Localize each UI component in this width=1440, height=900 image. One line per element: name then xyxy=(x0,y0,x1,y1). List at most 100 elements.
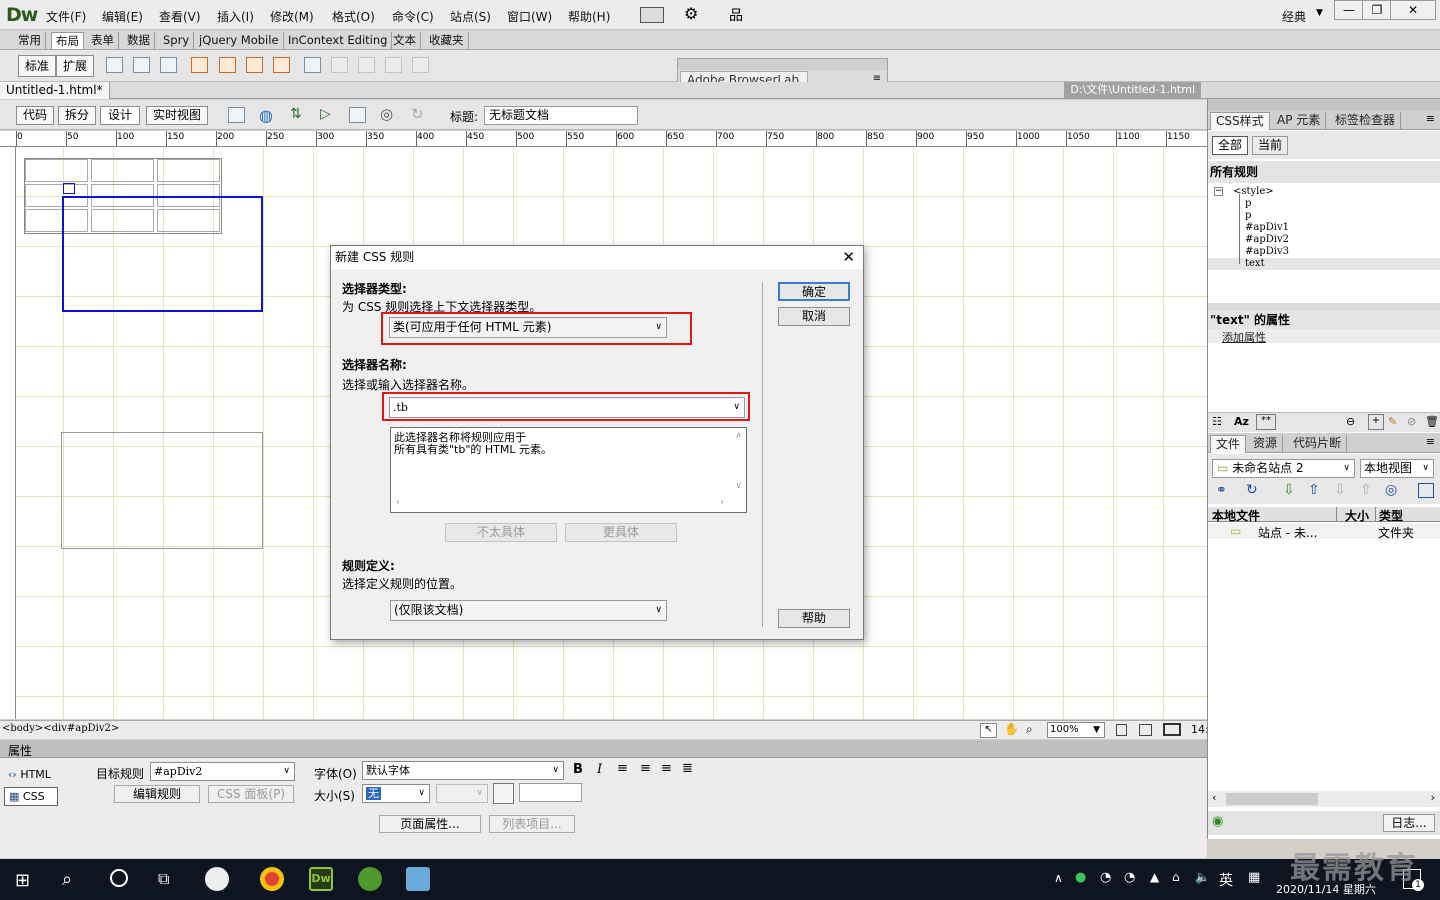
workspace-switcher[interactable]: 经典 xyxy=(1282,8,1306,25)
zoom-tool-icon[interactable]: ⌕ xyxy=(1026,722,1033,737)
col-type[interactable]: 类型 xyxy=(1379,507,1403,524)
log-button[interactable]: 日志... xyxy=(1383,814,1435,832)
category-view-icon[interactable]: ☷ xyxy=(1212,415,1222,428)
menu-modify[interactable]: 修改(M) xyxy=(270,8,314,25)
color-picker[interactable] xyxy=(493,783,514,804)
expanded-mode-button[interactable]: 扩展 xyxy=(56,55,94,77)
menu-help[interactable]: 帮助(H) xyxy=(568,8,610,25)
qq-icon[interactable]: ◔ xyxy=(1100,870,1111,885)
menu-format[interactable]: 格式(O) xyxy=(332,8,375,25)
rule-definition-select[interactable]: (仅限该文档) ∨ xyxy=(390,600,667,621)
file-row[interactable]: ▭ 站点 - 未... 文件夹 xyxy=(1208,523,1440,540)
fluid-grid-icon[interactable] xyxy=(191,57,208,73)
task-view-icon[interactable]: ⧉ xyxy=(158,869,169,889)
check-in-icon[interactable]: ⇧ xyxy=(1360,482,1372,498)
help-button[interactable]: 帮助 xyxy=(778,609,850,628)
rule-apdiv3[interactable]: #apDiv3 xyxy=(1245,246,1289,257)
attach-stylesheet-icon[interactable]: ⊖ xyxy=(1346,415,1355,428)
table-cell[interactable] xyxy=(91,159,154,182)
document-tab[interactable]: Untitled-1.html* xyxy=(0,82,110,99)
tag-selector[interactable]: <body><div#apDiv2> xyxy=(2,723,119,734)
minimize-button[interactable]: — xyxy=(1334,0,1364,20)
scroll-left-icon[interactable]: ‹ xyxy=(1212,791,1216,804)
multiscreen-icon[interactable] xyxy=(228,107,245,123)
trash-icon[interactable]: 🗑 xyxy=(1425,415,1439,428)
tab-incontext-editing[interactable]: InContext Editing xyxy=(284,32,393,49)
italic-icon[interactable]: I xyxy=(597,762,602,777)
align-left-icon[interactable]: ≡ xyxy=(617,761,628,776)
tab-assets[interactable]: 资源 xyxy=(1248,435,1284,453)
ap-div2-selected[interactable] xyxy=(62,196,263,312)
bold-icon[interactable]: B xyxy=(573,762,583,777)
tab-ap-elements[interactable]: AP 元素 xyxy=(1272,112,1327,130)
table-icon[interactable] xyxy=(106,57,123,73)
scroll-right-icon[interactable]: › xyxy=(1431,791,1435,804)
scroll-thumb[interactable] xyxy=(1226,793,1318,805)
qq-icon-2[interactable]: ◔ xyxy=(1124,870,1135,885)
scroll-right-icon[interactable]: › xyxy=(720,497,724,509)
gear-icon[interactable]: ⚙ xyxy=(684,4,698,23)
notification-bell-icon[interactable]: ▲ xyxy=(1150,870,1159,884)
debug-icon[interactable]: ▷ xyxy=(320,106,331,122)
image-app-icon[interactable] xyxy=(406,867,430,891)
wechat-icon[interactable]: ● xyxy=(1075,870,1086,885)
menu-view[interactable]: 查看(V) xyxy=(159,8,201,25)
tab-jquery-mobile[interactable]: jQuery Mobile xyxy=(195,32,284,49)
globe-icon[interactable]: ◍ xyxy=(259,106,273,125)
spry-accordion-icon[interactable] xyxy=(273,57,290,73)
live-view-button[interactable]: 实时视图 xyxy=(146,106,208,125)
ap-div-handle[interactable] xyxy=(63,183,75,194)
tab-favorites[interactable]: 收藏夹 xyxy=(425,32,469,49)
zoom-select[interactable]: 100% ▼ xyxy=(1047,722,1105,738)
page-properties-button[interactable]: 页面属性... xyxy=(379,815,481,833)
menu-edit[interactable]: 编辑(E) xyxy=(102,8,143,25)
chrome-icon[interactable] xyxy=(260,867,284,891)
ok-button[interactable]: 确定 xyxy=(778,282,850,301)
menu-file[interactable]: 文件(F) xyxy=(46,8,86,25)
ime-grid-icon[interactable]: ▦ xyxy=(1248,870,1260,885)
tab-forms[interactable]: 表单 xyxy=(87,32,119,49)
visual-aids-icon[interactable] xyxy=(349,107,366,123)
set-props-view-icon[interactable]: ** xyxy=(1256,414,1276,430)
ime-indicator[interactable]: 英 xyxy=(1219,870,1233,890)
cancel-button[interactable]: 取消 xyxy=(778,307,850,326)
layout-icon[interactable] xyxy=(640,7,664,23)
code-view-button[interactable]: 代码 xyxy=(16,106,54,125)
expand-icon[interactable] xyxy=(1418,483,1434,498)
network-icon[interactable]: ⌂ xyxy=(1172,870,1180,884)
tablet-size-icon[interactable] xyxy=(1139,724,1152,736)
align-center-icon[interactable]: ≡ xyxy=(640,761,651,776)
table-cell[interactable] xyxy=(25,159,88,182)
tab-css-styles[interactable]: CSS样式 xyxy=(1210,112,1270,130)
dreamweaver-taskbar-icon[interactable]: Dw xyxy=(309,867,333,891)
mobile-size-icon[interactable] xyxy=(1116,724,1127,736)
font-select[interactable]: 默认字体 ∨ xyxy=(362,761,564,780)
tab-spry[interactable]: Spry xyxy=(159,32,195,49)
panel-splitter[interactable] xyxy=(1208,303,1440,311)
menu-window[interactable]: 窗口(W) xyxy=(507,8,552,25)
tab-data[interactable]: 数据 xyxy=(123,32,155,49)
panel-collapse-bar[interactable] xyxy=(1208,99,1440,110)
cortana-icon[interactable] xyxy=(110,869,128,887)
collapse-icon[interactable]: − xyxy=(1214,187,1223,196)
title-input[interactable]: 无标题文档 xyxy=(484,106,638,125)
browserlab-drag-bar[interactable] xyxy=(678,59,887,70)
selected-rule-row[interactable]: text xyxy=(1208,258,1440,270)
table-cell[interactable] xyxy=(157,159,220,182)
desktop-size-icon[interactable] xyxy=(1163,723,1181,736)
chevron-down-icon[interactable]: ▼ xyxy=(1316,8,1323,18)
windows-start-icon[interactable]: ⊞ xyxy=(15,870,30,891)
connect-icon[interactable]: ⚭ xyxy=(1216,483,1227,498)
h-scrollbar[interactable]: ‹ › xyxy=(1208,791,1440,807)
refresh-icon[interactable]: ↻ xyxy=(1246,482,1258,498)
rule-apdiv2[interactable]: #apDiv2 xyxy=(1245,234,1289,245)
file-management-icon[interactable]: ⇅ xyxy=(290,106,302,122)
tab-layout[interactable]: 布局 xyxy=(51,32,84,49)
dialog-close-icon[interactable]: ✕ xyxy=(842,248,855,266)
panel-menu-icon[interactable]: ≡ xyxy=(1426,435,1435,448)
split-view-button[interactable]: 拆分 xyxy=(58,106,96,125)
col-size[interactable]: 大小 xyxy=(1345,507,1369,524)
all-mode-button[interactable]: 全部 xyxy=(1212,136,1248,155)
panel-menu-icon[interactable]: ≡ xyxy=(1426,112,1435,125)
pointer-tool-icon[interactable]: ↖ xyxy=(980,723,997,738)
